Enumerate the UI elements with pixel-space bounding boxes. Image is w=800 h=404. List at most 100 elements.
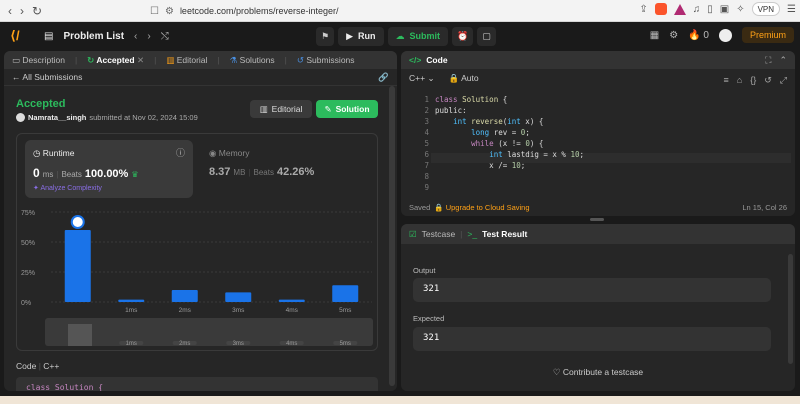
reload-icon[interactable]: ↻: [32, 4, 42, 18]
left-scrollbar[interactable]: [389, 86, 395, 386]
runtime-card[interactable]: ◷ Runtime ⓘ 0 ms | Beats 100.00% ♛ ✦ Ana…: [25, 140, 193, 198]
site-settings-icon[interactable]: ⚙: [165, 6, 174, 17]
chart-bar: [171, 290, 198, 302]
address-bar[interactable]: ☐ ⚙ leetcode.com/problems/reverse-intege…: [150, 3, 620, 19]
close-tab-icon[interactable]: ✕: [137, 55, 144, 65]
fullscreen-icon[interactable]: ⤢: [780, 75, 787, 86]
runtime-label: ◷ Runtime: [33, 148, 75, 158]
avatar[interactable]: [718, 28, 732, 42]
bookmark-icon[interactable]: ☐: [150, 6, 159, 17]
menu-icon[interactable]: ☰: [787, 4, 796, 15]
analyze-complexity-link[interactable]: ✦ Analyze Complexity: [33, 184, 102, 192]
panel-resize-handle[interactable]: [590, 218, 604, 221]
submit-button[interactable]: ☁ Submit: [387, 26, 448, 46]
format-icon[interactable]: ≡: [724, 75, 729, 86]
submitted-time: submitted at Nov 02, 2024 15:09: [89, 113, 198, 122]
vpn-button[interactable]: VPN: [751, 2, 781, 16]
cloud-upload-icon: ☁: [395, 30, 405, 41]
upgrade-cloud-saving-link[interactable]: 🔒 Upgrade to Cloud Saving: [434, 203, 529, 212]
debug-icon[interactable]: ⚑: [316, 26, 335, 46]
extensions-icon[interactable]: ✧: [736, 4, 744, 15]
share-icon[interactable]: ⇪: [639, 4, 647, 15]
runtime-value: 0 ms | Beats 100.00% ♛: [33, 166, 139, 180]
x-tick-label: 5ms: [339, 307, 352, 314]
memory-value: 8.37 MB | Beats 42.26%: [209, 166, 315, 178]
edit-icon: ✎: [324, 103, 332, 114]
code-line: while (x != 0) {: [471, 139, 544, 148]
chart-bar: [225, 292, 252, 302]
braces-icon[interactable]: {}: [750, 75, 756, 86]
tab-description[interactable]: ▭ Description: [12, 55, 65, 66]
overview-tick-label: 1ms: [126, 341, 137, 347]
collapse-icon[interactable]: ⌃: [779, 55, 787, 66]
chart-bar: [118, 299, 145, 302]
tab-editorial[interactable]: ▥ Editorial: [166, 55, 207, 66]
browser-bar: ‹ › ↻ ☐ ⚙ leetcode.com/problems/reverse-…: [0, 0, 800, 22]
submission-subbar: ← All Submissions 🔗: [4, 69, 397, 86]
editor-status-bar: Saved 🔒 Upgrade to Cloud Saving Ln 15, C…: [409, 202, 787, 212]
rewards-icon[interactable]: [673, 3, 686, 15]
line-number: 9: [424, 183, 429, 192]
prev-problem-icon[interactable]: ‹: [134, 31, 137, 42]
layout-icon[interactable]: ▦: [650, 30, 659, 41]
leetcode-logo-icon[interactable]: ⟨/: [10, 28, 30, 44]
test-tabs: ☑ Testcase | >_ Test Result: [401, 224, 795, 244]
timer-icon[interactable]: ⏰: [452, 26, 474, 46]
tab-solutions[interactable]: ⚗ Solutions: [230, 55, 275, 66]
tab-test-result[interactable]: Test Result: [482, 229, 527, 239]
overview-tick-label: 5ms: [340, 341, 351, 347]
y-tick-label: 50%: [21, 240, 35, 247]
book-icon: ▥: [166, 54, 175, 65]
line-number: 6: [424, 150, 429, 159]
tab-accepted[interactable]: ↻ Accepted ✕: [87, 55, 144, 66]
all-submissions-link[interactable]: ← All Submissions: [12, 72, 82, 82]
link-icon[interactable]: 🔗: [378, 72, 389, 83]
os-taskbar: [0, 396, 800, 404]
play-icon: ▶: [346, 30, 353, 41]
brave-shield-icon[interactable]: [654, 3, 667, 15]
memory-card[interactable]: ◉ Memory 8.37 MB | Beats 42.26%: [205, 140, 365, 198]
back-icon[interactable]: ‹: [8, 4, 12, 18]
heart-icon: ♡: [552, 367, 561, 377]
line-number: 5: [424, 139, 429, 148]
code-editor[interactable]: 1 class Solution {2 public: 3 int reverse(i…: [401, 93, 795, 193]
bookmark-icon[interactable]: ⌂: [737, 75, 742, 86]
problem-list-link[interactable]: Problem List: [63, 31, 124, 42]
editorial-button[interactable]: ▥ Editorial: [250, 100, 312, 118]
reset-icon[interactable]: ↺: [764, 75, 772, 86]
settings-icon[interactable]: ⚙: [669, 30, 678, 41]
memory-label: ◉ Memory: [209, 148, 250, 158]
wallet-icon[interactable]: ▣: [720, 4, 729, 15]
solution-button[interactable]: ✎ Solution: [316, 100, 378, 118]
shuffle-icon[interactable]: ⤭: [161, 31, 169, 42]
contribute-testcase-link[interactable]: ♡ Contribute a testcase: [401, 367, 795, 378]
auto-complete-toggle[interactable]: 🔒 Auto: [449, 73, 479, 84]
result-scrollbar[interactable]: [788, 254, 793, 364]
code-language-label: Code | C++: [16, 361, 60, 371]
language-select[interactable]: C++ ⌄: [409, 73, 435, 84]
tab-submissions[interactable]: ↺ Submissions: [297, 55, 355, 66]
run-controls: ⚑ ▶ Run ☁ Submit ⏰ ▢: [316, 26, 496, 46]
music-icon[interactable]: ♫: [693, 4, 701, 15]
forward-icon[interactable]: ›: [20, 4, 24, 18]
editor-tools: ≡ ⌂ {} ↺ ⤢: [724, 75, 787, 86]
next-problem-icon[interactable]: ›: [147, 31, 150, 42]
line-number: 4: [424, 128, 429, 137]
tab-testcase[interactable]: Testcase: [422, 229, 456, 239]
maximize-icon[interactable]: ⛶: [765, 55, 771, 66]
run-button[interactable]: ▶ Run: [338, 26, 384, 46]
history-icon: ↺: [296, 54, 304, 65]
sidebar-icon[interactable]: ▯: [707, 4, 713, 15]
streak-counter[interactable]: 🔥 0: [688, 30, 709, 41]
topbar-right: ▦ ⚙ 🔥 0 Premium: [650, 27, 794, 43]
code-line: x /= 10;: [435, 161, 526, 170]
line-number: 2: [424, 106, 429, 115]
info-icon[interactable]: ⓘ: [176, 146, 185, 159]
username[interactable]: Namrata__singh: [28, 113, 86, 122]
premium-button[interactable]: Premium: [741, 27, 794, 43]
overview-tick-label: 2ms: [179, 341, 190, 347]
runtime-distribution-chart: 75% 50% 25% 0% 1ms 2ms 3ms 4ms 5ms 1ms 2ms 3ms 4ms 5m…: [21, 210, 373, 347]
chart-bar: [332, 285, 359, 302]
notes-icon[interactable]: ▢: [477, 26, 496, 46]
book-icon: ▥: [259, 103, 268, 114]
